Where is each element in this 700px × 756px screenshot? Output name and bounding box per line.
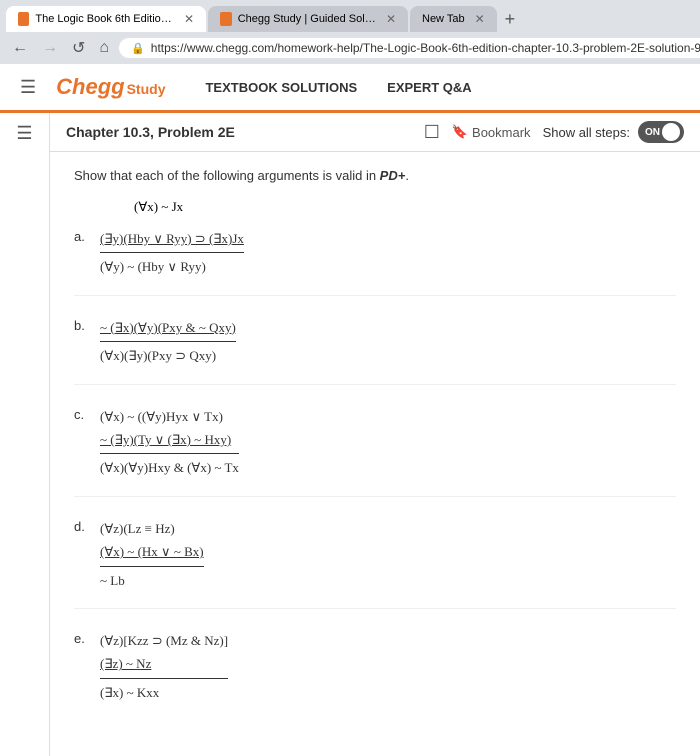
new-tab-button[interactable]: +	[499, 7, 522, 32]
logic-block-e: (∀z)[Kzz ⊃ (Mz & Nz)] (∃z) ~ Nz (∃x) ~ K…	[100, 629, 228, 704]
study-logo-text: Study	[127, 81, 166, 97]
problem-item-d: d. (∀z)(Lz ≡ Hz) (∀x) ~ (Hx ∨ ~ Bx) ~ Lb	[74, 517, 676, 609]
hamburger-icon[interactable]: ☰	[20, 77, 36, 98]
tab-label-2: Chegg Study | Guided Solutions...	[238, 13, 376, 25]
back-button[interactable]: ←	[8, 37, 32, 59]
list-icon[interactable]: ☰	[16, 123, 32, 756]
problem-letter-a: a.	[74, 227, 90, 244]
problem-item-b: b. ~ (∃x)(∀y)(Pxy & ~ Qxy) (∀x)(∃y)(Pxy …	[74, 316, 676, 385]
problem-item-a: a. (∃y)(Hby ∨ Ryy) ⊃ (∃x)Jx (∀y) ~ (Hby …	[74, 227, 676, 296]
lock-icon: 🔒	[131, 42, 145, 55]
problem-title: Chapter 10.3, Problem 2E	[66, 124, 412, 140]
reload-button[interactable]: ↺	[68, 36, 89, 60]
tab-1[interactable]: The Logic Book 6th Edition Textb... ✕	[6, 6, 206, 32]
header-nav: TEXTBOOK SOLUTIONS EXPERT Q&A	[205, 80, 471, 95]
chegg-header: ☰ Chegg Study TEXTBOOK SOLUTIONS EXPERT …	[0, 64, 700, 113]
tab-close-2[interactable]: ✕	[386, 12, 396, 26]
logic-block-b: ~ (∃x)(∀y)(Pxy & ~ Qxy) (∀x)(∃y)(Pxy ⊃ Q…	[100, 316, 236, 368]
given-premise: (∀x) ~ Jx	[134, 199, 676, 215]
premise-d1: (∀z)(Lz ≡ Hz)	[100, 517, 204, 540]
tab-3[interactable]: New Tab ✕	[410, 6, 497, 32]
address-bar-row: ← → ↺ ⌂ 🔒 https://www.chegg.com/homework…	[0, 32, 700, 64]
conclusion-e: (∃x) ~ Kxx	[100, 678, 228, 704]
conclusion-c: (∀x)(∀y)Hxy & (∀x) ~ Tx	[100, 453, 239, 479]
show-steps-toggle[interactable]: ON	[638, 121, 684, 143]
problem-row-b: b. ~ (∃x)(∀y)(Pxy & ~ Qxy) (∀x)(∃y)(Pxy …	[74, 316, 676, 368]
tab-favicon-2	[220, 12, 232, 26]
problem-row-a: a. (∃y)(Hby ∨ Ryy) ⊃ (∃x)Jx (∀y) ~ (Hby …	[74, 227, 676, 279]
problem-row-d: d. (∀z)(Lz ≡ Hz) (∀x) ~ (Hx ∨ ~ Bx) ~ Lb	[74, 517, 676, 592]
tab-close-3[interactable]: ✕	[475, 12, 485, 26]
premise-b1: ~ (∃x)(∀y)(Pxy & ~ Qxy)	[100, 316, 236, 339]
given-premise-text: (∀x) ~ Jx	[134, 199, 183, 214]
logic-block-c: (∀x) ~ ((∀y)Hyx ∨ Tx) ~ (∃y)(Ty ∨ (∃x) ~…	[100, 405, 239, 480]
show-steps-control: Show all steps: ON	[543, 121, 684, 143]
conclusion-a: (∀y) ~ (Hby ∨ Ryy)	[100, 252, 244, 278]
premise-a1: (∃y)(Hby ∨ Ryy) ⊃ (∃x)Jx	[100, 227, 244, 250]
home-button[interactable]: ⌂	[95, 37, 113, 59]
problem-letter-e: e.	[74, 629, 90, 646]
problem-row-e: e. (∀z)[Kzz ⊃ (Mz & Nz)] (∃z) ~ Nz (∃x) …	[74, 629, 676, 704]
tab-favicon-1	[18, 12, 29, 26]
browser-chrome: The Logic Book 6th Edition Textb... ✕ Ch…	[0, 0, 700, 64]
problem-item-e: e. (∀z)[Kzz ⊃ (Mz & Nz)] (∃z) ~ Nz (∃x) …	[74, 629, 676, 720]
chegg-logo[interactable]: Chegg Study	[56, 74, 165, 100]
premise-e1: (∀z)[Kzz ⊃ (Mz & Nz)]	[100, 629, 228, 652]
mobile-icon[interactable]: ☐	[424, 122, 440, 143]
nav-textbook-solutions[interactable]: TEXTBOOK SOLUTIONS	[205, 80, 357, 95]
logic-block-d: (∀z)(Lz ≡ Hz) (∀x) ~ (Hx ∨ ~ Bx) ~ Lb	[100, 517, 204, 592]
bookmark-icon: 🔖	[452, 124, 468, 140]
forward-button[interactable]: →	[38, 37, 62, 59]
problem-letter-d: d.	[74, 517, 90, 534]
tab-label-1: The Logic Book 6th Edition Textb...	[35, 13, 174, 25]
problem-item-c: c. (∀x) ~ ((∀y)Hyx ∨ Tx) ~ (∃y)(Ty ∨ (∃x…	[74, 405, 676, 497]
tab-label-3: New Tab	[422, 13, 465, 25]
bookmark-label: Bookmark	[472, 125, 531, 140]
sidebar-panel: ☰	[0, 113, 50, 756]
problem-row-c: c. (∀x) ~ ((∀y)Hyx ∨ Tx) ~ (∃y)(Ty ∨ (∃x…	[74, 405, 676, 480]
content-area: ☰ Chapter 10.3, Problem 2E ☐ 🔖 Bookmark …	[0, 113, 700, 756]
conclusion-d: ~ Lb	[100, 566, 204, 592]
premise-e2: (∃z) ~ Nz	[100, 652, 228, 675]
nav-expert-qa[interactable]: EXPERT Q&A	[387, 80, 472, 95]
conclusion-b: (∀x)(∃y)(Pxy ⊃ Qxy)	[100, 341, 236, 367]
tab-2[interactable]: Chegg Study | Guided Solutions... ✕	[208, 6, 408, 32]
tab-bar: The Logic Book 6th Edition Textb... ✕ Ch…	[0, 0, 700, 32]
toggle-knob	[662, 123, 680, 141]
premise-c2: ~ (∃y)(Ty ∨ (∃x) ~ Hxy)	[100, 428, 239, 451]
problem-letter-b: b.	[74, 316, 90, 333]
address-text: https://www.chegg.com/homework-help/The-…	[151, 41, 700, 55]
show-steps-label: Show all steps:	[543, 125, 630, 140]
main-panel: Chapter 10.3, Problem 2E ☐ 🔖 Bookmark Sh…	[50, 113, 700, 756]
problem-letter-c: c.	[74, 405, 90, 422]
problem-content: Show that each of the following argument…	[50, 152, 700, 756]
tab-close-1[interactable]: ✕	[184, 12, 194, 26]
premise-d2: (∀x) ~ (Hx ∨ ~ Bx)	[100, 540, 204, 563]
bookmark-button[interactable]: 🔖 Bookmark	[452, 124, 531, 140]
toggle-on-label: ON	[645, 127, 660, 138]
intro-text: Show that each of the following argument…	[74, 168, 676, 183]
problem-header-bar: Chapter 10.3, Problem 2E ☐ 🔖 Bookmark Sh…	[50, 113, 700, 152]
premise-c1: (∀x) ~ ((∀y)Hyx ∨ Tx)	[100, 405, 239, 428]
address-bar[interactable]: 🔒 https://www.chegg.com/homework-help/Th…	[119, 38, 700, 58]
chegg-logo-text: Chegg	[56, 74, 124, 100]
logic-block-a: (∃y)(Hby ∨ Ryy) ⊃ (∃x)Jx (∀y) ~ (Hby ∨ R…	[100, 227, 244, 279]
